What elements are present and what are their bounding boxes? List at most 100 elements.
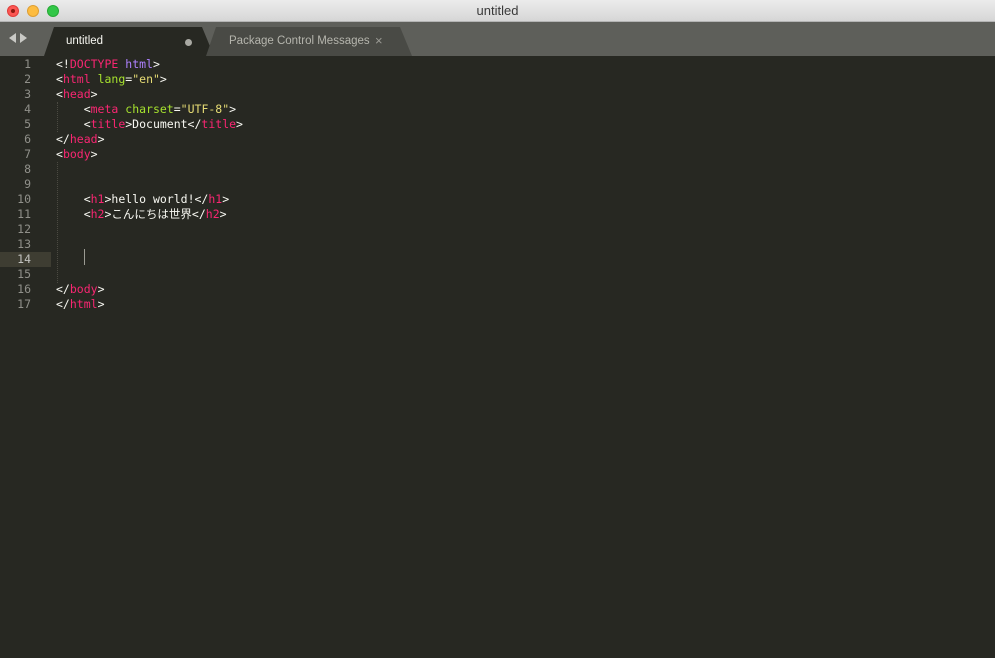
code-line[interactable]: 13 [0, 237, 995, 252]
code-token: > [152, 57, 160, 71]
code-line[interactable]: 14 [0, 252, 51, 267]
code-token: h1 [208, 192, 223, 206]
code-line[interactable]: 7 <body> [0, 147, 995, 162]
code-token: > [90, 87, 98, 101]
code-lines[interactable]: 1 <!DOCTYPE html> 2 <html lang="en"> 3 <head>… [0, 56, 995, 312]
line-number: 7 [24, 147, 31, 161]
unsaved-dot-icon[interactable] [185, 39, 192, 46]
code-token: > [97, 297, 105, 311]
code-token: </ [56, 132, 70, 146]
code-token: < [56, 102, 91, 116]
tab-navigation [9, 33, 27, 43]
code-line[interactable]: 15 [0, 267, 995, 282]
code-token: title [201, 117, 237, 131]
code-text: <!DOCTYPE html> [56, 57, 160, 72]
code-text: <h2>こんにちは世界</h2> [56, 207, 227, 222]
title-bar[interactable]: untitled [0, 0, 995, 22]
code-token: > [97, 132, 105, 146]
code-token: < [56, 117, 91, 131]
code-token: > [229, 102, 237, 116]
line-number: 11 [17, 207, 31, 221]
code-text: <body> [56, 147, 98, 162]
code-token: < [56, 72, 63, 86]
code-token: "UTF-8" [180, 102, 230, 116]
code-token: lang [97, 72, 126, 86]
code-token: > [219, 207, 227, 221]
line-number: 2 [24, 72, 31, 86]
code-token: = [173, 102, 181, 116]
line-number: 1 [24, 57, 31, 71]
tab-package-control-messages[interactable]: Package Control Messages × [206, 27, 412, 56]
code-line[interactable]: 9 [0, 177, 995, 192]
line-number: 13 [17, 237, 31, 251]
code-token: h2 [205, 207, 220, 221]
code-token: >Document</ [125, 117, 202, 131]
line-number: 9 [24, 177, 31, 191]
code-token: < [56, 192, 91, 206]
code-token: meta [90, 102, 119, 116]
tab-untitled[interactable]: untitled [44, 27, 214, 56]
code-token: > [97, 282, 105, 296]
code-line[interactable]: 8 [0, 162, 995, 177]
code-line[interactable]: 4 <meta charset="UTF-8"> [0, 102, 995, 117]
code-token: </ [56, 282, 70, 296]
code-token: < [56, 207, 91, 221]
code-line[interactable]: 3 <head> [0, 87, 995, 102]
code-token: > [159, 72, 167, 86]
line-number: 17 [17, 297, 31, 311]
line-number: 10 [17, 192, 31, 206]
code-token: DOCTYPE [69, 57, 119, 71]
next-tab-arrow-icon[interactable] [20, 33, 27, 43]
code-token: >こんにちは世界</ [104, 207, 206, 221]
code-token: html [69, 297, 98, 311]
code-token: head [69, 132, 98, 146]
code-text: <html lang="en"> [56, 72, 167, 87]
line-number: 16 [17, 282, 31, 296]
code-text: <meta charset="UTF-8"> [56, 102, 236, 117]
code-text: </body> [56, 282, 105, 297]
tab-label: untitled [66, 35, 104, 47]
code-line[interactable]: 6 </head> [0, 132, 995, 147]
code-token: h1 [90, 192, 105, 206]
line-number: 5 [24, 117, 31, 131]
code-line[interactable]: 5 <title>Document</title> [0, 117, 995, 132]
code-text: </head> [56, 132, 105, 147]
code-text: </html> [56, 297, 105, 312]
tab-label: Package Control Messages [229, 35, 370, 47]
code-token: html [62, 72, 91, 86]
code-line[interactable]: 17 </html> [0, 297, 995, 312]
line-number: 14 [17, 252, 31, 266]
code-line[interactable]: 10 <h1>hello world!</h1> [0, 192, 995, 207]
code-token: charset [125, 102, 174, 116]
code-token: > [90, 147, 98, 161]
close-tab-icon[interactable]: × [375, 33, 383, 48]
line-number: 15 [17, 267, 31, 281]
code-line[interactable]: 16 </body> [0, 282, 995, 297]
code-token: body [69, 282, 98, 296]
previous-tab-arrow-icon[interactable] [9, 33, 16, 43]
line-number: 12 [17, 222, 31, 236]
window-title: untitled [476, 3, 519, 18]
code-token: < [56, 87, 63, 101]
code-text: <h1>hello world!</h1> [56, 192, 229, 207]
code-line[interactable]: 11 <h2>こんにちは世界</h2> [0, 207, 995, 222]
text-cursor [84, 249, 85, 265]
code-line[interactable]: 12 [0, 222, 995, 237]
code-line[interactable]: 1 <!DOCTYPE html> [0, 57, 995, 72]
line-number: 4 [24, 102, 31, 116]
code-token: </ [56, 297, 70, 311]
code-token: html [125, 57, 153, 71]
code-line[interactable]: 2 <html lang="en"> [0, 72, 995, 87]
code-token: >hello world!</ [104, 192, 209, 206]
code-token: title [90, 117, 126, 131]
code-token: h2 [90, 207, 105, 221]
code-token: <! [56, 57, 70, 71]
code-token: body [62, 147, 91, 161]
line-number: 6 [24, 132, 31, 146]
editor-window: untitled untitled Package Control Messag… [0, 0, 995, 658]
code-token: head [62, 87, 91, 101]
code-editor[interactable]: 1 <!DOCTYPE html> 2 <html lang="en"> 3 <head>… [0, 56, 995, 658]
code-token: > [222, 192, 230, 206]
code-text: <title>Document</title> [56, 117, 243, 132]
code-text: <head> [56, 87, 98, 102]
